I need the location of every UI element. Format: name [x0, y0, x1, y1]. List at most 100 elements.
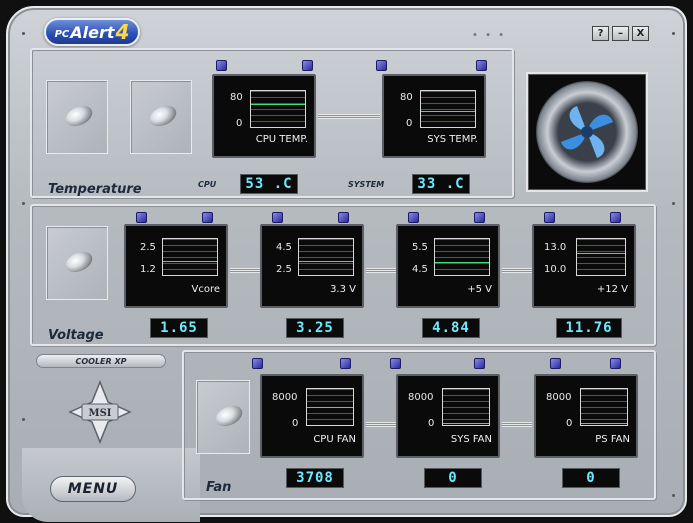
fan-title: Fan — [206, 480, 232, 495]
sys-temp-trace — [421, 111, 475, 113]
voltage-link-3 — [502, 268, 532, 273]
temperature-link — [318, 114, 380, 119]
vcore-graph — [162, 238, 218, 276]
menu-button[interactable]: MENU — [50, 476, 136, 502]
cpu-temp-graph — [250, 90, 306, 128]
sys-fan-max: 8000 — [408, 392, 434, 403]
v5-trace — [435, 261, 489, 263]
sys-temp-readout: 33 .C — [412, 174, 470, 194]
v12-toggle-left[interactable] — [544, 212, 555, 223]
vcore-max: 2.5 — [140, 242, 156, 253]
cpu-fan-monitor: 8000 0 CPU FAN — [260, 374, 364, 458]
v12-monitor: 13.0 10.0 +12 V — [532, 224, 636, 308]
v5-max: 5.5 — [412, 242, 428, 253]
ps-fan-label: PS FAN — [595, 434, 630, 445]
v12-max: 13.0 — [544, 242, 567, 253]
cpu-fan-toggle-left[interactable] — [252, 358, 263, 369]
drag-handle-icon[interactable]: • • • — [472, 30, 506, 41]
voltage-link-1 — [230, 268, 260, 273]
logo-version: 4 — [115, 20, 130, 44]
temperature-knob-right[interactable] — [130, 80, 192, 154]
v5-graph — [434, 238, 490, 276]
v33-readout: 3.25 — [286, 318, 344, 338]
cpu-temp-trace — [251, 103, 305, 105]
logo-name: Alert — [70, 22, 115, 42]
temperature-panel: 80 0 CPU TEMP. 80 0 SYS TEMP. CPU 53 .C … — [30, 48, 514, 198]
ps-fan-max: 8000 — [546, 392, 572, 403]
window-controls: ? – X — [592, 26, 649, 41]
minimize-button[interactable]: – — [612, 26, 629, 41]
screw — [672, 202, 675, 205]
v12-toggle-right[interactable] — [610, 212, 621, 223]
v5-min: 4.5 — [412, 264, 428, 275]
fan-knob[interactable] — [196, 380, 250, 454]
v33-trace — [299, 260, 353, 262]
v33-toggle-left[interactable] — [272, 212, 283, 223]
vcore-toggle-right[interactable] — [202, 212, 213, 223]
sys-temp-toggle-right[interactable] — [476, 60, 487, 71]
v5-toggle-right[interactable] — [474, 212, 485, 223]
v12-min: 10.0 — [544, 264, 567, 275]
voltage-title: Voltage — [48, 328, 104, 343]
vcore-trace — [163, 261, 217, 263]
cpu-fan-trace — [307, 407, 353, 409]
ps-fan-monitor: 8000 0 PS FAN — [534, 374, 638, 458]
vcore-label: Vcore — [191, 284, 220, 295]
ps-fan-toggle-left[interactable] — [550, 358, 561, 369]
v5-label: +5 V — [467, 284, 492, 295]
ps-fan-readout: 0 — [562, 468, 620, 488]
v33-label: 3.3 V — [330, 284, 356, 295]
ps-fan-min: 0 — [566, 418, 573, 429]
fan-link-2 — [502, 422, 532, 427]
help-button[interactable]: ? — [592, 26, 609, 41]
vcore-monitor: 2.5 1.2 Vcore — [124, 224, 228, 308]
cpu-caption: CPU — [198, 180, 217, 189]
sys-fan-monitor: 8000 0 SYS FAN — [396, 374, 500, 458]
cpu-temp-label: CPU TEMP. — [255, 134, 308, 145]
v12-trace — [577, 253, 625, 255]
cpu-temp-toggle-left[interactable] — [216, 60, 227, 71]
sys-fan-toggle-left[interactable] — [390, 358, 401, 369]
v33-graph — [298, 238, 354, 276]
fan-link-1 — [366, 422, 396, 427]
screw — [22, 32, 25, 35]
close-button[interactable]: X — [632, 26, 649, 41]
ps-fan-graph — [580, 388, 628, 426]
msi-text: MSI — [89, 408, 112, 419]
screw — [22, 202, 25, 205]
voltage-panel: 2.5 1.2 Vcore 4.5 2.5 3.3 V 5.5 4.5 +5 V… — [30, 204, 656, 346]
cooler-xp-button[interactable]: COOLER XP — [36, 354, 166, 368]
cpu-fan-max: 8000 — [272, 392, 298, 403]
temperature-title: Temperature — [48, 182, 142, 197]
sys-fan-graph — [442, 388, 490, 426]
vcore-readout: 1.65 — [150, 318, 208, 338]
cpu-temp-toggle-right[interactable] — [302, 60, 313, 71]
sys-temp-label: SYS TEMP. — [427, 134, 478, 145]
v5-readout: 4.84 — [422, 318, 480, 338]
v33-min: 2.5 — [276, 264, 292, 275]
logo-prefix: PC — [54, 28, 70, 40]
cpu-fan-toggle-right[interactable] — [340, 358, 351, 369]
vcore-toggle-left[interactable] — [136, 212, 147, 223]
fan-animation-panel[interactable] — [526, 72, 648, 192]
v33-max: 4.5 — [276, 242, 292, 253]
vcore-min: 1.2 — [140, 264, 156, 275]
sys-fan-min: 0 — [428, 418, 435, 429]
v5-toggle-left[interactable] — [408, 212, 419, 223]
sys-temp-monitor: 80 0 SYS TEMP. — [382, 74, 486, 158]
voltage-link-2 — [366, 268, 396, 273]
msi-logo-icon[interactable]: MSI — [68, 380, 132, 444]
cpu-temp-max: 80 — [230, 92, 243, 103]
sys-temp-toggle-left[interactable] — [376, 60, 387, 71]
fan-blades-icon — [561, 106, 613, 158]
temperature-knob-left[interactable] — [46, 80, 108, 154]
sys-fan-trace — [443, 423, 489, 424]
sys-temp-min: 0 — [406, 118, 413, 129]
ps-fan-toggle-right[interactable] — [610, 358, 621, 369]
cpu-temp-min: 0 — [236, 118, 243, 129]
cpu-fan-min: 0 — [292, 418, 299, 429]
v33-toggle-right[interactable] — [338, 212, 349, 223]
pcalert-window: PC Alert 4 • • • ? – X 80 0 CPU TEMP. 80… — [6, 6, 687, 522]
sys-fan-toggle-right[interactable] — [474, 358, 485, 369]
voltage-knob[interactable] — [46, 226, 108, 300]
